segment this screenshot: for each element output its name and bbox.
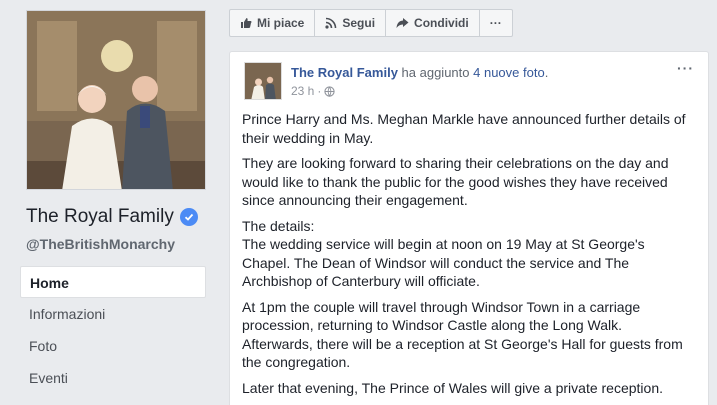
page-name-row: The Royal Family: [26, 206, 198, 228]
page-action-bar: Mi piace Segui Condividi ···: [229, 9, 513, 37]
post-meta-separator: ·: [317, 84, 322, 98]
nav-item-informazioni[interactable]: Informazioni: [20, 298, 206, 330]
more-dots-icon: ···: [489, 16, 502, 30]
like-button[interactable]: Mi piace: [230, 10, 316, 36]
share-label: Condividi: [414, 16, 469, 30]
nav-item-eventi[interactable]: Eventi: [20, 362, 206, 394]
post-options-button[interactable]: ···: [677, 60, 694, 76]
globe-icon[interactable]: [324, 85, 335, 97]
post-photos-link[interactable]: 4 nuove foto: [473, 65, 545, 80]
nav-item-partial: [20, 394, 206, 405]
share-button[interactable]: Condividi: [386, 10, 480, 36]
verified-badge-icon: [179, 208, 198, 226]
post-paragraph: The details: The wedding service will be…: [242, 217, 645, 290]
post-timestamp[interactable]: 23 h: [291, 84, 314, 98]
page-name[interactable]: The Royal Family: [26, 206, 174, 228]
rss-icon: [325, 17, 337, 29]
nav-item-foto[interactable]: Foto: [20, 330, 206, 362]
page-profile-photo[interactable]: [26, 10, 206, 190]
page-handle[interactable]: @TheBritishMonarchy: [26, 236, 175, 252]
post-paragraph: They are looking forward to sharing thei…: [242, 155, 669, 208]
post-paragraph: At 1pm the couple will travel through Wi…: [242, 298, 683, 371]
nav-item-home[interactable]: Home: [20, 266, 206, 298]
post-author-link[interactable]: The Royal Family: [291, 65, 398, 80]
follow-label: Segui: [342, 16, 376, 30]
post-action-end: .: [544, 65, 549, 80]
post-card: The Royal Family ha aggiunto 4 nuove fot…: [229, 51, 709, 405]
post-author-avatar[interactable]: [244, 62, 282, 100]
post-paragraph: Later that evening, The Prince of Wales …: [242, 379, 663, 396]
page-nav: Home Informazioni Foto Eventi: [20, 266, 206, 405]
post-body: Prince Harry and Ms. Meghan Markle have …: [242, 110, 692, 404]
share-arrow-icon: [396, 18, 409, 28]
more-actions-button[interactable]: ···: [480, 10, 512, 36]
follow-button[interactable]: Segui: [315, 10, 387, 36]
post-action-text: ha aggiunto: [401, 65, 470, 80]
left-column: The Royal Family @TheBritishMonarchy Hom…: [0, 0, 216, 405]
post-paragraph: Prince Harry and Ms. Meghan Markle have …: [242, 111, 686, 146]
like-label: Mi piace: [257, 16, 305, 30]
thumbs-up-icon: [241, 18, 252, 28]
post-header: The Royal Family ha aggiunto 4 nuove fot…: [291, 65, 548, 80]
post-meta: 23 h ·: [291, 84, 335, 98]
